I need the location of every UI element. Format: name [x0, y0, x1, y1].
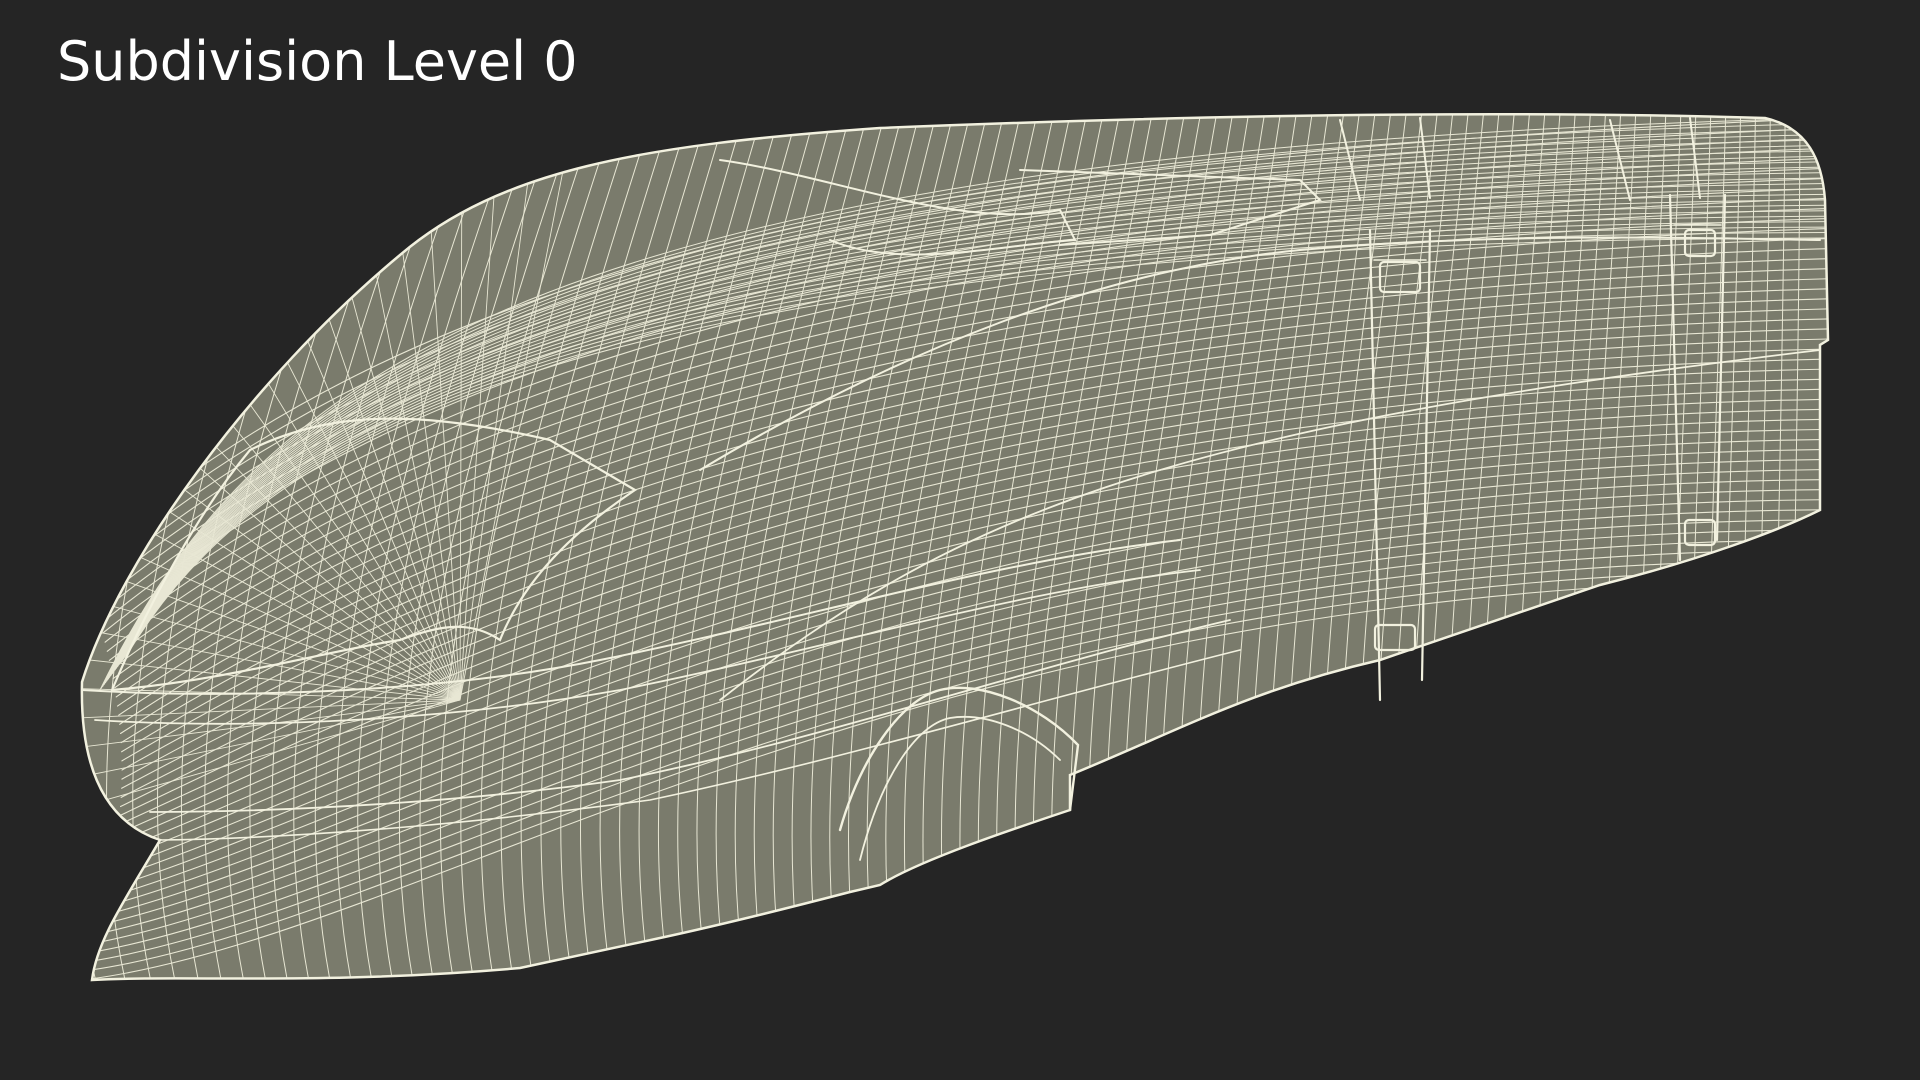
render-viewport: Subdivision Level 0 — [0, 0, 1920, 1080]
wireframe-train-model — [80, 112, 1830, 982]
